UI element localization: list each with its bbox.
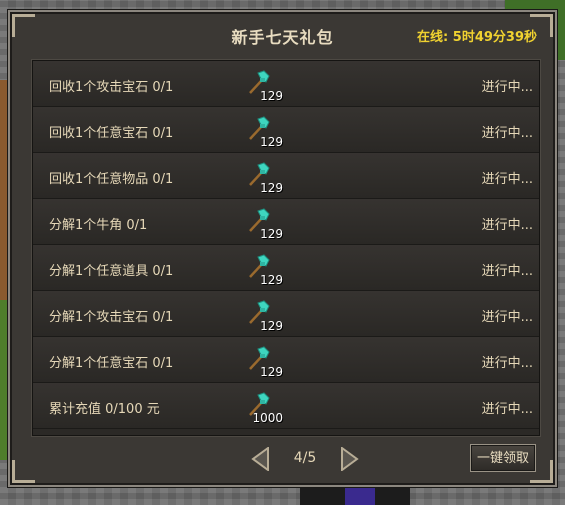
reward-slot[interactable]: 129 <box>243 297 283 333</box>
task-label: 分解1个任意宝石 0/1 <box>49 356 174 371</box>
task-label: 回收1个任意物品 0/1 <box>49 172 174 187</box>
newbie-gift-window: 新手七天礼包 在线: 5时49分39秒 回收1个攻击宝石 0/1 129 进行中..… <box>8 10 557 487</box>
task-label: 分解1个牛角 0/1 <box>49 218 148 233</box>
task-row: 回收1个任意物品 0/1 129 进行中... <box>33 153 539 199</box>
reward-count: 129 <box>260 319 283 333</box>
task-status: 进行中... <box>481 402 533 417</box>
next-page-arrow-icon[interactable] <box>338 447 360 471</box>
reward-count: 1000 <box>252 411 283 425</box>
task-status: 进行中... <box>481 126 533 141</box>
reward-count: 129 <box>260 273 283 287</box>
task-status: 进行中... <box>481 264 533 279</box>
task-row: 分解1个牛角 0/1 129 进行中... <box>33 199 539 245</box>
reward-count: 129 <box>260 135 283 149</box>
task-status: 进行中... <box>481 218 533 233</box>
task-label: 分解1个攻击宝石 0/1 <box>49 310 174 325</box>
task-list[interactable]: 回收1个攻击宝石 0/1 129 进行中... 回收1个任意宝石 0/1 129 进行中.… <box>32 60 540 436</box>
task-label: 回收1个攻击宝石 0/1 <box>49 80 174 95</box>
task-label: 回收1个任意宝石 0/1 <box>49 126 174 141</box>
claim-all-button[interactable]: 一键领取 <box>470 444 536 472</box>
reward-count: 129 <box>260 365 283 379</box>
task-label: 累计充值 0/100 元 <box>49 402 160 417</box>
task-label: 分解1个任意道具 0/1 <box>49 264 174 279</box>
page-indicator: 4/5 <box>293 450 317 466</box>
task-row: 分解1个任意宝石 0/1 129 进行中... <box>33 337 539 383</box>
reward-slot[interactable]: 129 <box>243 67 283 103</box>
reward-slot[interactable]: 129 <box>243 251 283 287</box>
prev-page-arrow-icon[interactable] <box>250 447 272 471</box>
purple-block <box>345 487 375 505</box>
task-status: 进行中... <box>481 80 533 95</box>
reward-count: 129 <box>260 227 283 241</box>
frame-corner <box>12 460 35 483</box>
task-status: 进行中... <box>481 172 533 187</box>
pager: 4/5 <box>250 445 360 473</box>
reward-slot[interactable]: 129 <box>243 343 283 379</box>
task-row: 回收1个任意宝石 0/1 129 进行中... <box>33 107 539 153</box>
reward-slot[interactable]: 129 <box>243 113 283 149</box>
online-time: 在线: 5时49分39秒 <box>417 30 537 45</box>
reward-count: 129 <box>260 89 283 103</box>
task-row: 分解1个任意道具 0/1 129 进行中... <box>33 245 539 291</box>
reward-slot[interactable]: 1000 <box>243 389 283 425</box>
reward-count: 129 <box>260 181 283 195</box>
task-row: 累计充值 0/100 元 1000 进行中... <box>33 383 539 429</box>
task-status: 进行中... <box>481 310 533 325</box>
task-row: 分解1个攻击宝石 0/1 129 进行中... <box>33 291 539 337</box>
reward-slot[interactable]: 129 <box>243 205 283 241</box>
task-status: 进行中... <box>481 356 533 371</box>
task-row: 回收1个攻击宝石 0/1 129 进行中... <box>33 61 539 107</box>
reward-slot[interactable]: 129 <box>243 159 283 195</box>
